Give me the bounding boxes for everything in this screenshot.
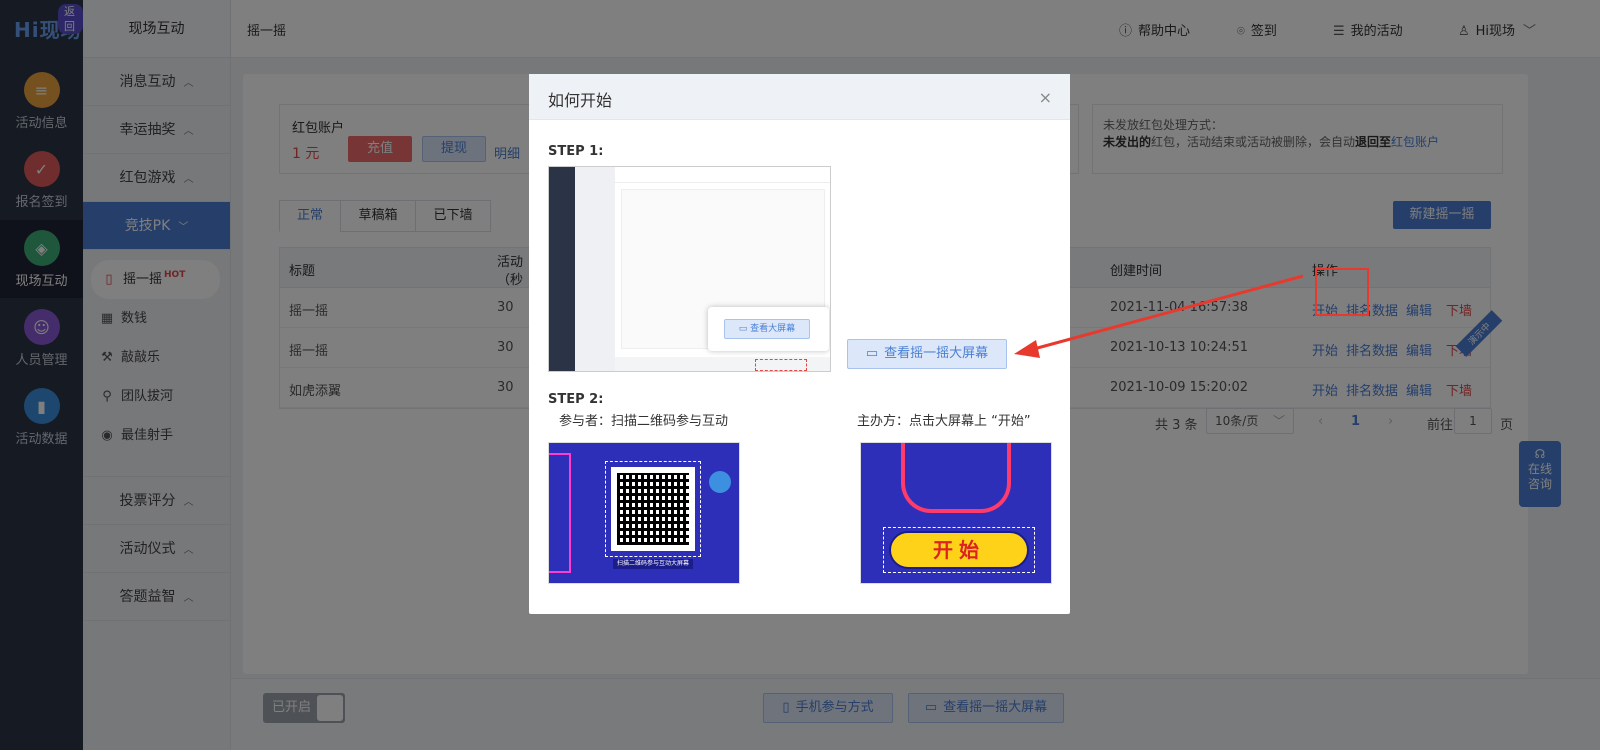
step1-label: STEP 1: (548, 144, 604, 159)
mini-rail (549, 167, 575, 371)
mini-view-button: ▭ 查看大屏幕 (724, 319, 810, 339)
close-icon[interactable]: × (1039, 88, 1052, 107)
neon-hand-image (901, 443, 1011, 513)
step1-screenshot: ▭ 查看大屏幕 (548, 166, 831, 372)
mini-highlight (755, 359, 807, 371)
mini-popover: ▭ 查看大屏幕 (708, 307, 829, 351)
participant-caption: 参与者：扫描二维码参与互动 (559, 414, 729, 429)
how-to-start-dialog: 如何开始 × STEP 1: ▭ 查看大屏幕 ▭ 查看摇一摇大屏幕 STEP 2:… (529, 74, 1070, 614)
mini-menu (575, 167, 615, 371)
dialog-header: 如何开始 × (529, 74, 1070, 120)
highlight-box (1315, 268, 1369, 316)
decor-circle (709, 471, 731, 493)
neon-border (549, 453, 571, 573)
qr-code-image (611, 467, 695, 551)
participant-screenshot: 扫描二维码参与互动大屏幕 (548, 442, 740, 584)
start-button-image: 开始 (889, 531, 1029, 569)
mini-topbar (615, 167, 830, 183)
monitor-icon: ▭ (738, 324, 751, 334)
dialog-view-screen-label: 查看摇一摇大屏幕 (884, 346, 989, 361)
monitor-icon: ▭ (865, 346, 879, 361)
dialog-view-screen-button[interactable]: ▭ 查看摇一摇大屏幕 (847, 339, 1007, 369)
step2-label: STEP 2: (548, 392, 604, 407)
dialog-title: 如何开始 (548, 91, 613, 110)
mini-view-label: 查看大屏幕 (750, 324, 796, 334)
qr-caption: 扫描二维码参与互动大屏幕 (613, 559, 693, 569)
host-caption: 主办方：点击大屏幕上 “开始” (857, 414, 1031, 429)
host-screenshot: 开始 (860, 442, 1052, 584)
